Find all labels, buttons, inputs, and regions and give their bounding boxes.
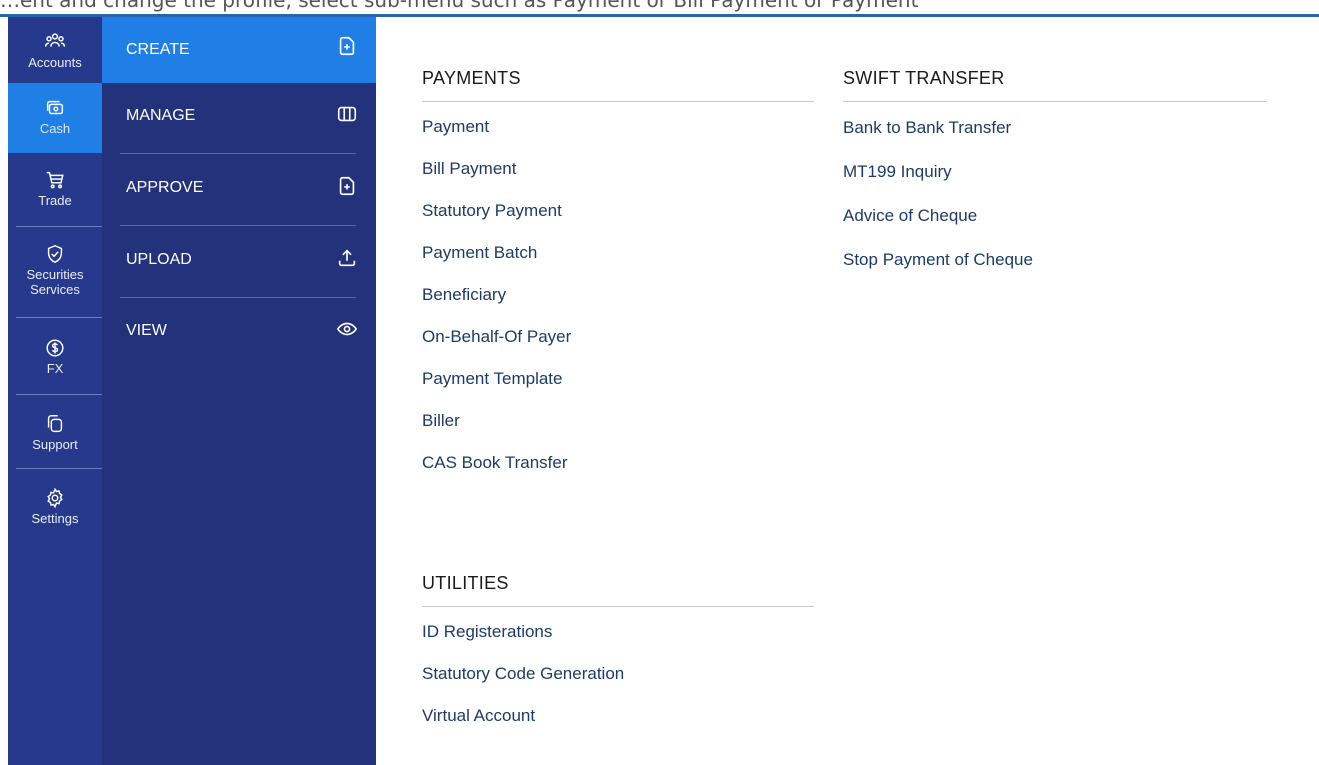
nav-settings-label: Settings xyxy=(31,511,79,526)
top-strip-text: …ent and change the profile, select sub-… xyxy=(0,0,919,12)
swift-transfer-title: SWIFT TRANSFER xyxy=(843,68,1005,88)
submenu-approve[interactable]: APPROVE xyxy=(102,157,376,219)
upload-icon xyxy=(338,249,356,267)
gear-icon xyxy=(47,487,63,509)
nav-support-label: Support xyxy=(32,437,78,452)
link-stop-payment-of-cheque[interactable]: Stop Payment of Cheque xyxy=(843,238,1235,282)
main-nav-rail: Accounts Cash Trade Securities Services … xyxy=(8,17,102,765)
submenu-upload-label: UPLOAD xyxy=(126,251,192,268)
submenu-view[interactable]: VIEW xyxy=(102,300,376,362)
swift-transfer-divider xyxy=(843,101,1267,102)
nav-settings[interactable]: Settings xyxy=(8,481,102,545)
link-biller[interactable]: Biller xyxy=(422,400,814,442)
link-payment[interactable]: Payment xyxy=(422,106,814,148)
swift-transfer-section: SWIFT TRANSFER Bank to Bank Transfer MT1… xyxy=(843,68,1267,282)
submenu-manage-label: MANAGE xyxy=(126,107,196,124)
nav-securities-services[interactable]: Securities Services xyxy=(8,237,102,317)
nav-accounts-label: Accounts xyxy=(28,55,82,70)
link-virtual-account[interactable]: Virtual Account xyxy=(422,695,814,737)
users-group-icon xyxy=(44,33,66,47)
nav-accounts[interactable]: Accounts xyxy=(8,25,102,85)
submenu-manage[interactable]: MANAGE xyxy=(102,85,376,147)
link-advice-of-cheque[interactable]: Advice of Cheque xyxy=(843,194,1235,238)
link-statutory-code-generation[interactable]: Statutory Code Generation xyxy=(422,653,814,695)
link-payment-batch[interactable]: Payment Batch xyxy=(422,232,814,274)
left-edge xyxy=(0,17,8,765)
nav-divider xyxy=(16,468,102,469)
nav-cash[interactable]: Cash xyxy=(8,83,102,153)
link-mt199-inquiry[interactable]: MT199 Inquiry xyxy=(843,150,1235,194)
cash-submenu: CREATE MANAGE APPROVE UPLOAD VIEW xyxy=(102,17,376,765)
cash-icon xyxy=(46,100,64,115)
eye-icon xyxy=(336,322,358,336)
nav-cash-label: Cash xyxy=(39,121,71,136)
submenu-divider xyxy=(120,297,356,298)
link-cas-book-transfer[interactable]: CAS Book Transfer xyxy=(422,442,814,484)
nav-divider xyxy=(16,226,102,227)
utilities-divider xyxy=(422,606,814,607)
nav-trade[interactable]: Trade xyxy=(8,163,102,227)
payments-divider xyxy=(422,101,814,102)
copy-icon xyxy=(47,415,63,433)
link-bank-to-bank-transfer[interactable]: Bank to Bank Transfer xyxy=(843,106,1235,150)
nav-trade-label: Trade xyxy=(38,193,72,208)
columns-icon xyxy=(337,106,357,122)
submenu-divider xyxy=(120,225,356,226)
top-strip: …ent and change the profile, select sub-… xyxy=(0,0,1319,17)
payments-section: PAYMENTS Payment Bill Payment Statutory … xyxy=(422,68,814,484)
submenu-view-label: VIEW xyxy=(126,322,167,339)
submenu-divider xyxy=(120,153,356,154)
payments-links: Payment Bill Payment Statutory Payment P… xyxy=(422,106,814,484)
cart-icon xyxy=(46,171,64,189)
nav-fx[interactable]: FX xyxy=(8,331,102,395)
submenu-approve-label: APPROVE xyxy=(126,179,204,196)
submenu-create-label: CREATE xyxy=(126,41,190,58)
link-beneficiary[interactable]: Beneficiary xyxy=(422,274,814,316)
swift-transfer-links: Bank to Bank Transfer MT199 Inquiry Advi… xyxy=(843,106,1235,282)
shield-icon xyxy=(47,244,63,264)
menu-content: PAYMENTS Payment Bill Payment Statutory … xyxy=(376,17,1319,765)
utilities-links: ID Registerations Statutory Code Generat… xyxy=(422,611,814,737)
link-on-behalf-of-payer[interactable]: On-Behalf-Of Payer xyxy=(422,316,814,358)
submenu-create[interactable]: CREATE xyxy=(102,17,376,83)
link-payment-template[interactable]: Payment Template xyxy=(422,358,814,400)
nav-divider xyxy=(16,394,102,395)
link-bill-payment[interactable]: Bill Payment xyxy=(422,148,814,190)
add-file-icon xyxy=(339,36,355,56)
utilities-title: UTILITIES xyxy=(422,573,509,593)
payments-title: PAYMENTS xyxy=(422,68,521,88)
add-file-icon xyxy=(339,176,355,196)
nav-fx-label: FX xyxy=(46,361,64,376)
nav-securities-label: Securities Services xyxy=(26,267,84,297)
link-statutory-payment[interactable]: Statutory Payment xyxy=(422,190,814,232)
submenu-upload[interactable]: UPLOAD xyxy=(102,229,376,291)
link-id-registerations[interactable]: ID Registerations xyxy=(422,611,814,653)
dollar-circle-icon xyxy=(46,339,64,357)
utilities-section: UTILITIES ID Registerations Statutory Co… xyxy=(422,573,814,737)
nav-divider xyxy=(16,317,102,318)
nav-support[interactable]: Support xyxy=(8,407,102,471)
